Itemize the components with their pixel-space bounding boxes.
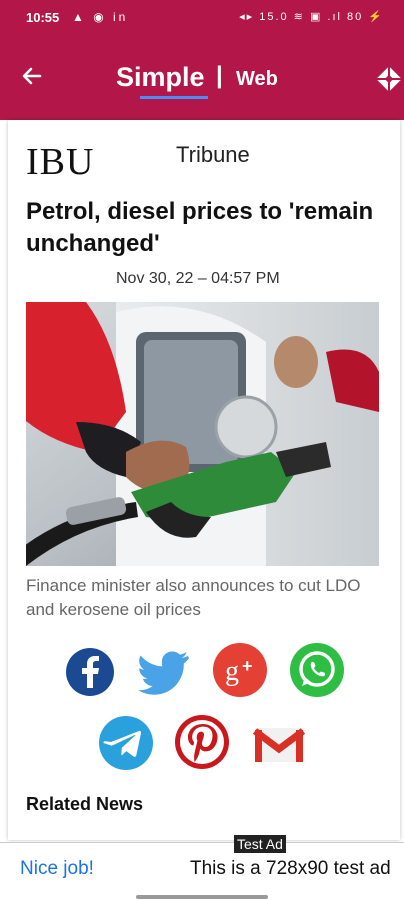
brand-underline xyxy=(140,96,208,99)
svg-text:g: g xyxy=(225,656,239,687)
app-logo-icon[interactable] xyxy=(374,64,404,94)
app-subtitle: Web xyxy=(236,68,278,90)
telegram-icon[interactable] xyxy=(98,715,154,771)
back-arrow-icon[interactable] xyxy=(20,64,44,88)
app-brand: Simple xyxy=(116,62,205,92)
app-bar: Simple | Web xyxy=(0,36,404,120)
twitter-icon[interactable] xyxy=(136,642,192,698)
pinterest-icon[interactable] xyxy=(174,714,230,770)
gesture-nav-bar[interactable] xyxy=(136,895,268,899)
status-bar: 10:55 ▲ ◉ in ◂▸ 15.0 ≋ ▣ .ıl 80 ⚡ xyxy=(0,0,404,36)
system-icons: ◂▸ 15.0 ≋ ▣ .ıl 80 ⚡ xyxy=(239,11,384,23)
article-photo xyxy=(26,302,379,566)
google-plus-icon[interactable]: g + xyxy=(212,642,268,698)
article-date: Nov 30, 22 – 04:57 PM xyxy=(116,270,280,287)
ad-cta[interactable]: Nice job! xyxy=(20,858,94,880)
related-news-heading: Related News xyxy=(26,794,144,814)
article-headline[interactable]: Petrol, diesel prices to 'remain unchang… xyxy=(26,196,376,260)
notification-icons: ▲ ◉ in xyxy=(72,10,129,24)
source-logo: IBU xyxy=(26,141,95,183)
article-caption: Finance minister also announces to cut L… xyxy=(26,576,361,619)
source-name: Tribune xyxy=(176,142,250,167)
brand-separator: | xyxy=(216,62,223,89)
whatsapp-icon[interactable] xyxy=(289,642,345,698)
svg-text:+: + xyxy=(242,656,253,676)
ad-text[interactable]: This is a 728x90 test ad xyxy=(190,858,391,880)
ad-banner[interactable]: Test Ad Nice job! This is a 728x90 test … xyxy=(0,835,404,900)
test-ad-tag: Test Ad xyxy=(234,835,286,853)
facebook-icon[interactable] xyxy=(62,644,118,700)
gmail-icon[interactable] xyxy=(251,716,307,772)
status-time: 10:55 xyxy=(26,10,60,25)
